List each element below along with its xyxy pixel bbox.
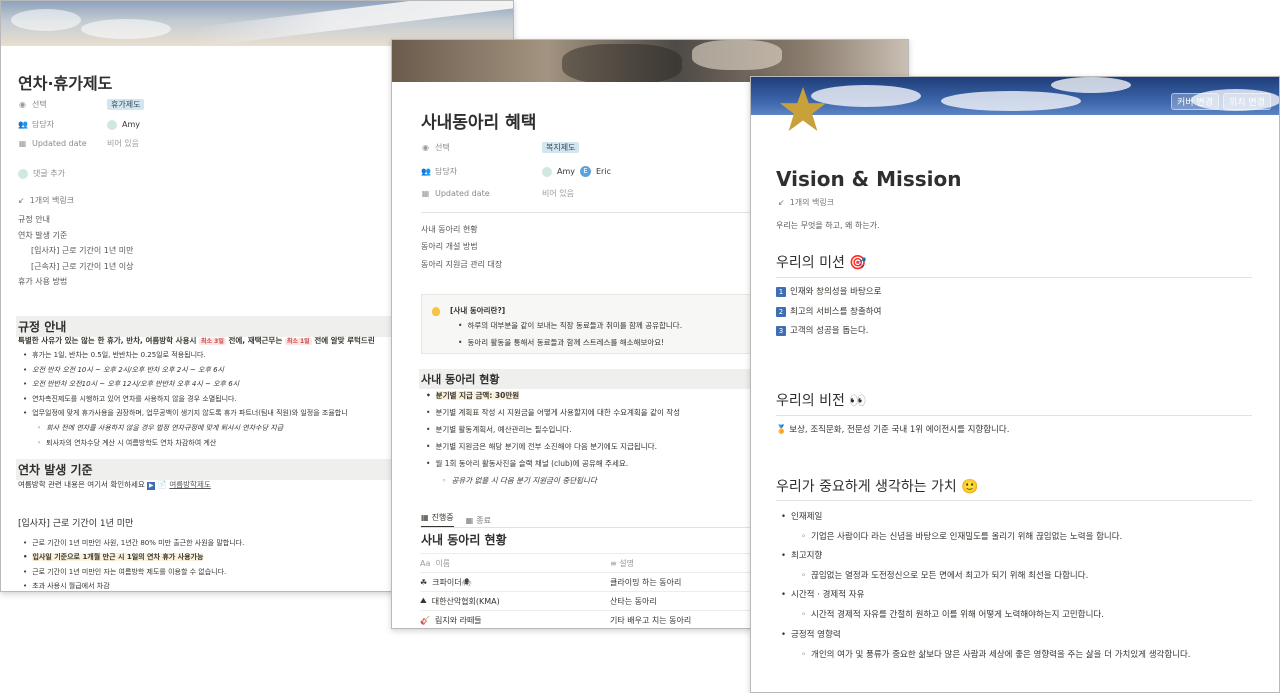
toc-item[interactable]: 휴가 사용 방법 [18, 276, 67, 287]
avatar: E [580, 166, 591, 177]
people-icon: 👥 [18, 120, 28, 129]
cover-controls: 커버 변경 위치 변경 [1171, 93, 1271, 110]
list-item: 근로 기간이 1년 미만인 사원, 1년간 80% 미만 출근한 사원을 말합니… [23, 538, 244, 548]
list-item: 끊임없는 열정과 도전정신으로 모든 면에서 최고가 되기 위해 최선을 다합니… [801, 569, 1088, 581]
select-icon: ◉ [19, 100, 26, 109]
list-item: 오전 반반차 오전10시 ~ 오후 12시/오후 반반차 오후 4시 ~ 오후 … [23, 379, 239, 389]
list-item: 2 최고의 서비스를 창출하여 [776, 305, 881, 317]
list-item: 동아리 활동을 통해서 동료들과 함께 스트레스를 해소해보아요! [458, 337, 664, 348]
rules-intro: 특별한 사유가 있는 않는 한 휴가, 반차, 여름방학 사용시 최소 3일 전… [18, 336, 375, 345]
calendar-icon: ▦ [18, 139, 27, 148]
list-item: 긍정적 영향력 [781, 628, 841, 640]
row-icon: 🎸 [420, 615, 430, 625]
reposition-button[interactable]: 위치 변경 [1223, 93, 1271, 110]
page-intro: 우리는 무엇을 하고, 왜 하는가. [776, 221, 880, 230]
avatar [18, 168, 28, 179]
row-icon: ☘ [420, 577, 428, 587]
property-owner[interactable]: 👥 담당자 Amy E Eric [421, 166, 611, 177]
number-1-icon: 1 [776, 286, 786, 297]
list-item: 오전 반차 오전 10시 ~ 오후 2시/오후 반차 오후 2시 ~ 오후 6시 [23, 365, 224, 375]
toc-item[interactable]: [근속자] 근로 기간이 1년 이상 [31, 261, 133, 272]
list-item: 3 고객의 성공을 돕는다. [776, 324, 869, 336]
backlink-arrow-icon: ↙ [18, 196, 25, 205]
row-icon: ⛰ [420, 596, 427, 605]
vision-statement: 🏅 보상, 조직문화, 전문성 기준 국내 1위 에이전시를 지향합니다. [776, 425, 1010, 435]
property-owner[interactable]: 👥 담당자 Amy [18, 119, 140, 130]
text-type-icon: Aa [420, 558, 431, 568]
toc-item[interactable]: 규정 안내 [18, 214, 50, 225]
play-icon: ▶ [147, 482, 156, 490]
property-select[interactable]: ◉ 선택 휴가제도 [18, 99, 145, 110]
toc-item[interactable]: 연차 발생 기준 [18, 230, 67, 241]
page-title: 사내동아리 혜택 [421, 113, 537, 133]
calendar-icon: ▦ [421, 189, 430, 198]
section-heading: [입사자] 근로 기간이 1년 미만 [18, 519, 134, 529]
list-item: 연차촉진제도를 시행하고 있어 연차를 사용하지 않을 경우 소멸됩니다. [23, 394, 237, 404]
backlinks-button[interactable]: ↙ 1개의 백링크 [778, 197, 834, 208]
list-item: 월 1회 동아리 활동사진을 슬랙 채널 (club)에 공유해 주세요. [426, 458, 628, 469]
star-icon[interactable] [779, 86, 827, 132]
list-item: 시간적 · 경제적 자유 [781, 588, 864, 600]
list-item: 분기별 지급 금액: 30만원 [426, 390, 520, 401]
list-item: 기업은 사람이다 라는 신념을 바탕으로 인재밀도를 올리기 위해 끊임없는 노… [801, 530, 1122, 542]
backlink-arrow-icon: ↙ [778, 198, 785, 207]
list-item: 퇴사자의 연차수당 계산 시 여름방학도 연차 차감하여 계산 [37, 438, 216, 448]
table-icon: ▦ [465, 515, 474, 525]
callout-title: [사내 동아리란?] [450, 306, 506, 315]
section-heading: 우리의 비전 👀 [776, 393, 867, 409]
list-item: 업무일정에 맞게 휴가사용을 권장하며, 업무공백이 생기지 않도록 휴가 파트… [23, 408, 348, 418]
page-title: Vision & Mission [776, 167, 962, 191]
list-item: 공유가 없을 시 다음 분기 지원금이 중단됩니다 [442, 475, 596, 486]
avatar [107, 119, 117, 130]
list-item: 최고지향 [781, 549, 822, 561]
list-item: 회사 전에 연차를 사용하지 않을 경우 법정 연차규정에 맞게 퇴사시 연차수… [37, 423, 283, 433]
list-item: 입사일 기준으로 1개월 만근 시 1일의 연차 휴가 사용가능 [23, 552, 204, 562]
people-icon: 👥 [421, 167, 431, 176]
database-title: 사내 동아리 현황 [421, 533, 507, 547]
list-item: 시간적 경제적 자유를 간절히 원하고 이를 위해 어떻게 노력해야하는지 고민… [801, 608, 1104, 620]
change-cover-button[interactable]: 커버 변경 [1171, 93, 1220, 110]
page-title: 연차·휴가제도 [18, 74, 113, 93]
list-item: 1 인재와 창의성을 바탕으로 [776, 285, 881, 297]
tab-ended[interactable]: ▦ 종료 [466, 512, 491, 528]
view-tabs: ▦ 진행중 ▦ 종료 [421, 512, 491, 528]
list-item: 초과 사용시 월급에서 차감 [23, 581, 110, 591]
list-item: 분기별 지원금은 해당 분기에 전부 소진해야 다음 분기에도 지급됩니다. [426, 441, 657, 452]
toc-item[interactable]: 사내 동아리 현황 [421, 224, 478, 235]
section-heading: 우리의 미션 🎯 [776, 255, 867, 271]
tab-in-progress[interactable]: ▦ 진행중 [421, 512, 454, 528]
lightbulb-icon [432, 307, 440, 316]
section-heading: 우리가 중요하게 생각하는 가치 🙂 [776, 479, 979, 495]
avatar [542, 166, 552, 177]
property-updated-date[interactable]: ▦ Updated date 비어 있음 [18, 138, 139, 149]
list-item: 인재제일 [781, 510, 822, 522]
list-type-icon: ≡ [610, 558, 620, 568]
toc-item[interactable]: 동아리 지원금 관리 대장 [421, 259, 502, 270]
list-item: 하루의 대부분을 같이 보내는 직장 동료들과 취미를 함께 공유합니다. [458, 320, 682, 331]
cover-image[interactable]: 커버 변경 위치 변경 [751, 77, 1279, 115]
page-window-vision: 커버 변경 위치 변경 Vision & Mission ↙ 1개의 백링크 우… [750, 76, 1280, 693]
toc-item[interactable]: 동아리 개설 방법 [421, 241, 478, 252]
list-item: 개인의 여가 및 풍류가 중요한 삶보다 많은 사람과 세상에 좋은 영향력을 … [801, 648, 1191, 660]
select-tag[interactable]: 휴가제도 [107, 99, 145, 110]
accrual-note: 여름방학 관련 내용은 여기서 확인하세요 ▶ 📄 여름방학제도 [18, 480, 211, 490]
property-updated-date[interactable]: ▦ Updated date 비어 있음 [421, 188, 574, 199]
select-icon: ◉ [422, 143, 429, 152]
page-link-icon: 📄 [157, 480, 167, 489]
toc-item[interactable]: [입사자] 근로 기간이 1년 미만 [31, 245, 133, 256]
list-item: 휴가는 1일, 반차는 0.5일, 반반차는 0.25일로 적용됩니다. [23, 350, 206, 360]
list-item: 근로 기간이 1년 미만인 자는 여름방학 제도를 이용할 수 없습니다. [23, 567, 226, 577]
list-item: 분기별 활동계획서, 예산관리는 필수입니다. [426, 424, 571, 435]
list-item: 분기별 계획표 작성 시 지원금을 어떻게 사용할지에 대한 수요계획을 같이 … [426, 407, 680, 418]
table-icon: ▦ [421, 513, 429, 522]
number-2-icon: 2 [776, 306, 786, 317]
number-3-icon: 3 [776, 325, 786, 336]
backlinks-button[interactable]: ↙ 1개의 백링크 [18, 195, 74, 206]
page-link[interactable]: 여름방학제도 [169, 480, 210, 489]
select-tag[interactable]: 복지제도 [542, 142, 580, 153]
add-comment-button[interactable]: 댓글 추가 [18, 168, 65, 179]
property-select[interactable]: ◉ 선택 복지제도 [421, 142, 580, 153]
